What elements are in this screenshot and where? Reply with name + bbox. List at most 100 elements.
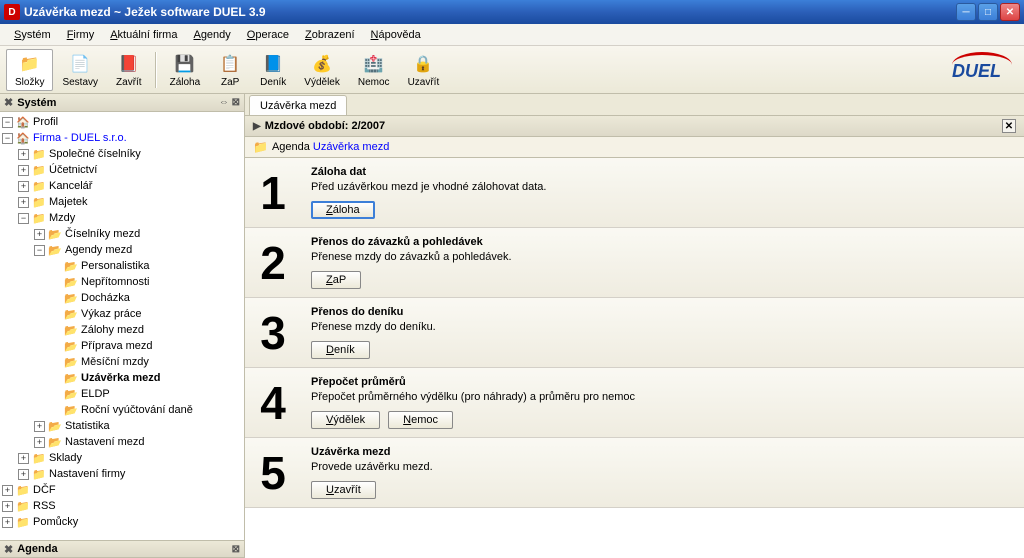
expand-icon[interactable]: ✖ (4, 96, 13, 109)
menu-aktuální firma[interactable]: Aktuální firma (102, 27, 185, 43)
tree-item[interactable]: −📁Mzdy (18, 210, 242, 226)
tree-item[interactable]: +📁Společné číselníky (18, 146, 242, 162)
folder-icon: 📁 (31, 179, 47, 193)
tree-item[interactable]: −🏠Profil (2, 114, 242, 130)
expand-icon[interactable]: + (2, 517, 13, 528)
menu-operace[interactable]: Operace (239, 27, 297, 43)
tree-label: Číselníky mezd (65, 228, 140, 240)
expand-icon[interactable]: + (18, 469, 29, 480)
tree-item[interactable]: +📁Účetnictví (18, 162, 242, 178)
menu-nápověda[interactable]: Nápověda (363, 27, 429, 43)
close-button[interactable]: ✕ (1000, 3, 1020, 21)
tree-label: Majetek (49, 196, 88, 208)
collapse-icon[interactable]: − (2, 117, 13, 128)
maximize-button[interactable]: □ (978, 3, 998, 21)
tree-item[interactable]: +📁DČF (2, 482, 242, 498)
agenda-link[interactable]: Uzávěrka mezd (313, 141, 389, 153)
expand-icon[interactable]: + (34, 421, 45, 432)
záloha-button[interactable]: Záloha (311, 201, 375, 219)
tree-item[interactable]: +📂Číselníky mezd (34, 226, 242, 242)
toolbar-uzavřít[interactable]: 🔒Uzavřít (399, 49, 449, 91)
right-panel: Uzávěrka mezd ▶ Mzdové období: 2/2007 ✕ … (245, 94, 1024, 558)
expand-icon[interactable]: + (34, 437, 45, 448)
toolbar-zavřít[interactable]: 📕Zavřít (107, 49, 151, 91)
toolbar-výdělek[interactable]: 💰Výdělek (295, 49, 349, 91)
tree-item[interactable]: 📂Roční vyúčtování daně (50, 402, 242, 418)
tree-item[interactable]: +📁Pomůcky (2, 514, 242, 530)
tree-item[interactable]: 📂Zálohy mezd (50, 322, 242, 338)
menu-agendy[interactable]: Agendy (185, 27, 238, 43)
menu-zobrazení[interactable]: Zobrazení (297, 27, 363, 43)
expand-icon[interactable]: + (18, 197, 29, 208)
tree-item[interactable]: 📂Příprava mezd (50, 338, 242, 354)
tree-item[interactable]: +📂Nastavení mezd (34, 434, 242, 450)
tree-label: Zálohy mezd (81, 324, 144, 336)
menu-firmy[interactable]: Firmy (59, 27, 103, 43)
collapse-icon[interactable]: − (2, 133, 13, 144)
close-tab-button[interactable]: ✕ (1002, 119, 1016, 133)
uzavřít-button[interactable]: Uzavřít (311, 481, 376, 499)
tree-item[interactable]: 📂ELDP (50, 386, 242, 402)
folder-icon: 📁 (253, 140, 268, 154)
nemoc-button[interactable]: Nemoc (388, 411, 453, 429)
folder-icon: 📁 (31, 195, 47, 209)
tree-item[interactable]: 📂Nepřítomnosti (50, 274, 242, 290)
tree-leaf (50, 341, 61, 352)
výdělek-button[interactable]: Výdělek (311, 411, 380, 429)
tree-item[interactable]: +📁Kancelář (18, 178, 242, 194)
menu-systém[interactable]: Systém (6, 27, 59, 43)
agenda-prefix: Agenda (272, 141, 310, 153)
minimize-button[interactable]: ─ (956, 3, 976, 21)
expand-icon[interactable]: + (18, 181, 29, 192)
tree-item[interactable]: +📁Majetek (18, 194, 242, 210)
pin-icon[interactable]: ⇔ ⊠ (219, 97, 240, 108)
expand-icon[interactable]: ✖ (4, 543, 13, 556)
tree-item[interactable]: −📂Agendy mezd (34, 242, 242, 258)
tree-item[interactable]: +📂Statistika (34, 418, 242, 434)
collapse-icon[interactable]: − (18, 213, 29, 224)
toolbar-deník[interactable]: 📘Deník (251, 49, 295, 91)
step-title: Uzávěrka mezd (311, 446, 1014, 458)
tree-view[interactable]: −🏠Profil−🏠Firma - DUEL s.r.o.+📁Společné … (0, 112, 244, 540)
deník-button[interactable]: Deník (311, 341, 370, 359)
tree-item[interactable]: +📁RSS (2, 498, 242, 514)
tree-item[interactable]: +📁Sklady (18, 450, 242, 466)
tree-label: Sklady (49, 452, 82, 464)
toolbar-složky[interactable]: 📁Složky (6, 49, 53, 91)
toolbar-sestavy[interactable]: 📄Sestavy (53, 49, 107, 91)
step-description: Přenese mzdy do deníku. (311, 321, 1014, 333)
expand-icon[interactable]: + (18, 453, 29, 464)
zap-button[interactable]: ZaP (311, 271, 361, 289)
expand-icon[interactable]: + (2, 485, 13, 496)
collapse-icon[interactable]: − (34, 245, 45, 256)
zavřít-icon: 📕 (117, 52, 141, 76)
step-description: Přepočet průměrného výdělku (pro náhrady… (311, 391, 1014, 403)
tree-item[interactable]: −🏠Firma - DUEL s.r.o. (2, 130, 242, 146)
tree-label: Firma - DUEL s.r.o. (33, 132, 127, 144)
tree-item[interactable]: 📂Uzávěrka mezd (50, 370, 242, 386)
tree-item[interactable]: 📂Měsíční mzdy (50, 354, 242, 370)
tree-item[interactable]: 📂Výkaz práce (50, 306, 242, 322)
expand-icon[interactable]: + (2, 501, 13, 512)
sestavy-icon: 📄 (68, 52, 92, 76)
tree-item[interactable]: 📂Docházka (50, 290, 242, 306)
tree-item[interactable]: +📁Nastavení firmy (18, 466, 242, 482)
expand-icon[interactable]: + (18, 165, 29, 176)
step-description: Provede uzávěrku mezd. (311, 461, 1014, 473)
folder-icon: 📂 (63, 403, 79, 417)
folder-icon: 📂 (63, 275, 79, 289)
tab-uzaverka[interactable]: Uzávěrka mezd (249, 95, 347, 115)
tree-item[interactable]: 📂Personalistika (50, 258, 242, 274)
složky-icon: 📁 (18, 52, 42, 76)
toolbar-záloha[interactable]: 💾Záloha (161, 49, 210, 91)
tree-leaf (50, 309, 61, 320)
toolbar-zap[interactable]: 📋ZaP (209, 49, 251, 91)
folder-icon: 📂 (47, 435, 63, 449)
expand-icon[interactable]: + (34, 229, 45, 240)
tree-leaf (50, 277, 61, 288)
expand-icon[interactable]: + (18, 149, 29, 160)
toolbar-label: Sestavy (62, 77, 98, 88)
toolbar-nemoc[interactable]: 🏥Nemoc (349, 49, 399, 91)
folder-icon: 🏠 (15, 131, 31, 145)
pin-icon[interactable]: ⊠ (232, 544, 240, 555)
